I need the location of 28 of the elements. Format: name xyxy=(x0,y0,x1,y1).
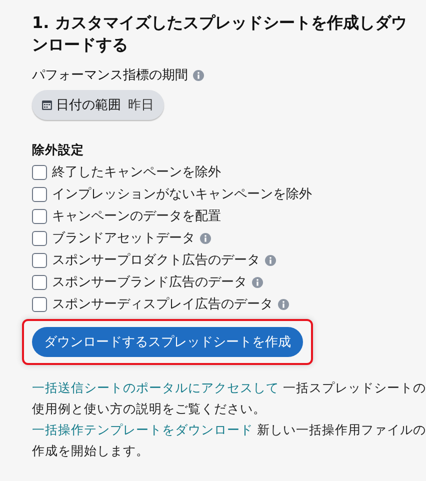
help-text: 一括送信シートのポータルにアクセスして 一括スプレッドシートの使用例と使い方の説明をご覧ください。 一括操作テンプレートをダウンロード 新しい一括操作用ファイルの作成を開始します。 xyxy=(32,379,426,460)
info-icon[interactable] xyxy=(265,254,276,266)
info-icon[interactable] xyxy=(252,276,263,288)
checkbox-label[interactable]: インプレッションがないキャンペーンを除外 xyxy=(52,185,312,203)
info-icon[interactable] xyxy=(278,298,289,310)
checkbox-label[interactable]: 終了したキャンペーンを除外 xyxy=(52,163,221,181)
date-range-button[interactable]: 日付の範囲 昨日 xyxy=(32,90,164,120)
checkbox[interactable] xyxy=(32,252,47,268)
info-icon[interactable] xyxy=(193,70,204,80)
help-link[interactable]: 一括送信シートのポータルにアクセスして xyxy=(32,380,279,395)
checkbox[interactable] xyxy=(32,274,47,290)
info-icon[interactable] xyxy=(200,232,211,244)
checkbox[interactable] xyxy=(32,296,47,312)
help-link[interactable]: 一括操作テンプレートをダウンロード xyxy=(32,422,253,437)
checkbox[interactable] xyxy=(32,186,47,202)
checkbox-label[interactable]: スポンサープロダクト広告のデータ xyxy=(52,251,260,269)
calendar-icon xyxy=(42,100,52,110)
checkbox-label[interactable]: スポンサーブランド広告のデータ xyxy=(52,273,247,291)
create-spreadsheet-button[interactable]: ダウンロードするスプレッドシートを作成 xyxy=(32,327,303,357)
checkbox[interactable] xyxy=(32,230,47,246)
checkbox-label[interactable]: ブランドアセットデータ xyxy=(52,229,195,247)
checkbox-label[interactable]: スポンサーディスプレイ広告のデータ xyxy=(52,295,273,313)
checkbox[interactable] xyxy=(32,208,47,224)
section-title: 1. カスタマイズしたスプレッドシートを作成しダウンロードする xyxy=(32,12,408,56)
checkbox[interactable] xyxy=(32,164,47,180)
checkbox-label[interactable]: キャンペーンのデータを配置 xyxy=(52,207,221,225)
field-label: パフォーマンス指標の期間 xyxy=(32,67,188,84)
section-heading: 除外設定 xyxy=(32,142,85,159)
